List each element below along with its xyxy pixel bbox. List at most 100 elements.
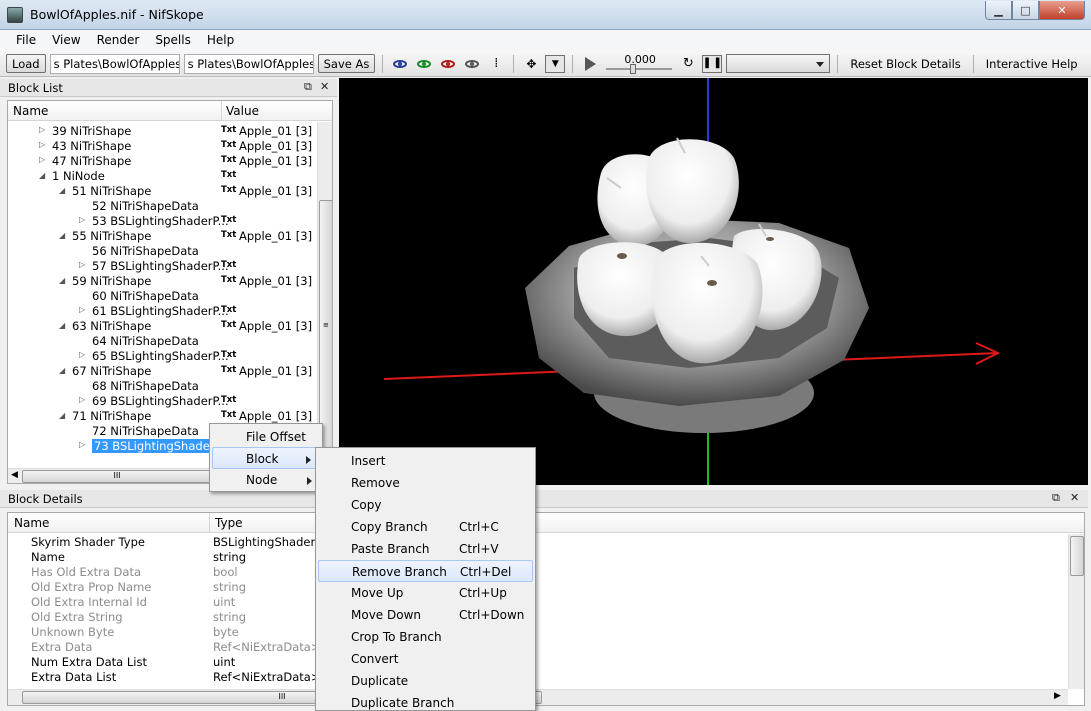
menu-view[interactable]: View (44, 30, 88, 51)
menu-spells[interactable]: Spells (147, 30, 199, 51)
collapsed-arrow-icon[interactable]: ▷ (79, 350, 85, 359)
play-icon[interactable] (580, 55, 600, 73)
tree-row[interactable]: ◢ 51 NiTriShape Txt Apple_01 [3] (8, 184, 318, 199)
detail-row[interactable]: Old Extra Internal Id uint (8, 595, 1068, 610)
details-hscrollbar[interactable]: III ▶ (8, 689, 1068, 705)
view-side-eye-icon[interactable] (438, 55, 458, 73)
load-path-field[interactable]: s Plates\BowlOfApples.nif (49, 53, 180, 74)
collapsed-arrow-icon[interactable]: ▷ (39, 155, 45, 164)
minimize-button[interactable]: ▁ (985, 1, 1012, 20)
menu-file-offset[interactable]: File Offset (212, 426, 320, 448)
detail-row[interactable]: Skyrim Shader Type BSLightingShaderP (8, 535, 1068, 550)
tree-row[interactable]: ◢ 67 NiTriShape Txt Apple_01 [3] (8, 364, 318, 379)
switch-anim-icon[interactable]: ▌▐ (702, 54, 723, 73)
expanded-arrow-icon[interactable]: ◢ (59, 186, 65, 195)
tree-row[interactable]: 52 NiTriShapeData (8, 199, 318, 214)
tree-row[interactable]: ▷ 57 BSLightingShaderP... Txt (8, 259, 318, 274)
submenu-convert[interactable]: Convert (318, 648, 533, 670)
interactive-help-button[interactable]: Interactive Help (981, 57, 1083, 71)
menu-help[interactable]: Help (199, 30, 242, 51)
maximize-button[interactable]: □ (1012, 1, 1039, 20)
view-front-eye-icon[interactable] (414, 55, 434, 73)
submenu-copy[interactable]: Copy (318, 494, 533, 516)
submenu-move-down[interactable]: Move Down Ctrl+Down (318, 604, 533, 626)
collapsed-arrow-icon[interactable]: ▷ (79, 395, 85, 404)
block-details-table[interactable]: Name Type Skyrim Shader Type BSLightingSh… (7, 512, 1085, 706)
tree-row[interactable]: ▷ 61 BSLightingShaderP... Txt (8, 304, 318, 319)
collapsed-arrow-icon[interactable]: ▷ (39, 125, 45, 134)
menu-node[interactable]: Node (212, 469, 320, 491)
submenu-copy-branch[interactable]: Copy Branch Ctrl+C (318, 516, 533, 538)
expanded-arrow-icon[interactable]: ◢ (59, 411, 65, 420)
save-as-button[interactable]: Save As (317, 54, 376, 73)
collapsed-arrow-icon[interactable]: ▷ (79, 440, 85, 449)
tree-row[interactable]: ◢ 1 NiNode Txt (8, 169, 318, 184)
detail-row[interactable]: Unknown Byte byte (8, 625, 1068, 640)
collapsed-arrow-icon[interactable]: ▷ (79, 305, 85, 314)
tree-row[interactable]: ▷ 69 BSLightingShaderP... Txt (8, 394, 318, 409)
submenu-duplicate-branch[interactable]: Duplicate Branch (318, 692, 533, 711)
close-button[interactable]: ✕ (1039, 1, 1085, 20)
walk-footprint-icon[interactable]: ⁞ (486, 55, 506, 73)
col-value-header[interactable]: Value (226, 104, 259, 118)
submenu-duplicate[interactable]: Duplicate (318, 670, 533, 692)
tree-row[interactable]: ▷ 65 BSLightingShaderP... Txt (8, 349, 318, 364)
tree-row[interactable]: 64 NiTriShapeData (8, 334, 318, 349)
menu-file[interactable]: File (8, 30, 44, 51)
close-dock-icon[interactable]: ✕ (320, 80, 329, 93)
tree-row[interactable]: ◢ 71 NiTriShape Txt Apple_01 [3] (8, 409, 318, 424)
load-button[interactable]: Load (6, 54, 46, 73)
details-col-type[interactable]: Type (215, 516, 243, 530)
details-vscrollbar[interactable] (1068, 534, 1084, 689)
expanded-arrow-icon[interactable]: ◢ (59, 276, 65, 285)
submenu-crop-to-branch[interactable]: Crop To Branch (318, 626, 533, 648)
tree-row[interactable]: ▷ 53 BSLightingShaderP... Txt (8, 214, 318, 229)
time-slider[interactable]: 0.000 (604, 53, 674, 74)
expanded-arrow-icon[interactable]: ◢ (39, 171, 45, 180)
tree-row[interactable]: ▷ 47 NiTriShape Txt Apple_01 [3] (8, 154, 318, 169)
details-col-name[interactable]: Name (14, 516, 49, 530)
detail-row[interactable]: Extra Data Ref<NiExtraData> (8, 640, 1068, 655)
flip-axis-icon[interactable]: ✥ (521, 55, 541, 73)
undock-details-icon[interactable]: ⧉ (1052, 491, 1060, 505)
tree-row[interactable]: ◢ 59 NiTriShape Txt Apple_01 [3] (8, 274, 318, 289)
save-path-field[interactable]: s Plates\BowlOfApples.nif (183, 53, 314, 74)
reset-block-details-button[interactable]: Reset Block Details (845, 57, 965, 71)
menu-block[interactable]: Block (212, 447, 320, 469)
tree-row[interactable]: 56 NiTriShapeData (8, 244, 318, 259)
view-top-eye-icon[interactable] (390, 55, 410, 73)
tree-row[interactable]: 60 NiTriShapeData (8, 289, 318, 304)
expanded-arrow-icon[interactable]: ◢ (59, 366, 65, 375)
animation-select[interactable] (726, 54, 831, 73)
submenu-paste-branch[interactable]: Paste Branch Ctrl+V (318, 538, 533, 560)
tree-row[interactable]: ▷ 39 NiTriShape Txt Apple_01 [3] (8, 124, 318, 139)
detail-row[interactable]: Extra Data List Ref<NiExtraData> (8, 670, 1068, 685)
view-user-eye-icon[interactable] (462, 55, 482, 73)
close-details-icon[interactable]: ✕ (1070, 491, 1079, 504)
detail-row[interactable]: Name string (8, 550, 1068, 565)
loop-icon[interactable]: ↻ (678, 55, 698, 73)
tree-row[interactable]: ◢ 63 NiTriShape Txt Apple_01 [3] (8, 319, 318, 334)
tree-row[interactable]: ▷ 43 NiTriShape Txt Apple_01 [3] (8, 139, 318, 154)
collapsed-arrow-icon[interactable]: ▷ (79, 260, 85, 269)
expanded-arrow-icon[interactable]: ◢ (59, 321, 65, 330)
detail-row[interactable]: Has Old Extra Data bool (8, 565, 1068, 580)
tree-row[interactable]: 68 NiTriShapeData (8, 379, 318, 394)
tree-row[interactable]: ◢ 55 NiTriShape Txt Apple_01 [3] (8, 229, 318, 244)
menu-render[interactable]: Render (89, 30, 148, 51)
submenu-insert[interactable]: Insert (318, 450, 533, 472)
detail-row[interactable]: Num Extra Data List uint (8, 655, 1068, 670)
expanded-arrow-icon[interactable]: ◢ (59, 231, 65, 240)
undock-icon[interactable]: ⧉ (304, 80, 312, 94)
dropdown-view-icon[interactable]: ▼ (545, 54, 566, 73)
submenu-remove-branch[interactable]: Remove Branch Ctrl+Del (318, 560, 533, 582)
collapsed-arrow-icon[interactable]: ▷ (39, 140, 45, 149)
submenu-remove[interactable]: Remove (318, 472, 533, 494)
submenu-move-up[interactable]: Move Up Ctrl+Up (318, 582, 533, 604)
col-name-header[interactable]: Name (13, 104, 48, 118)
render-viewport[interactable] (339, 78, 1088, 485)
collapsed-arrow-icon[interactable]: ▷ (79, 215, 85, 224)
block-list-vscrollbar[interactable]: ≡ (317, 122, 332, 469)
detail-row[interactable]: Old Extra String string (8, 610, 1068, 625)
detail-row[interactable]: Old Extra Prop Name string (8, 580, 1068, 595)
